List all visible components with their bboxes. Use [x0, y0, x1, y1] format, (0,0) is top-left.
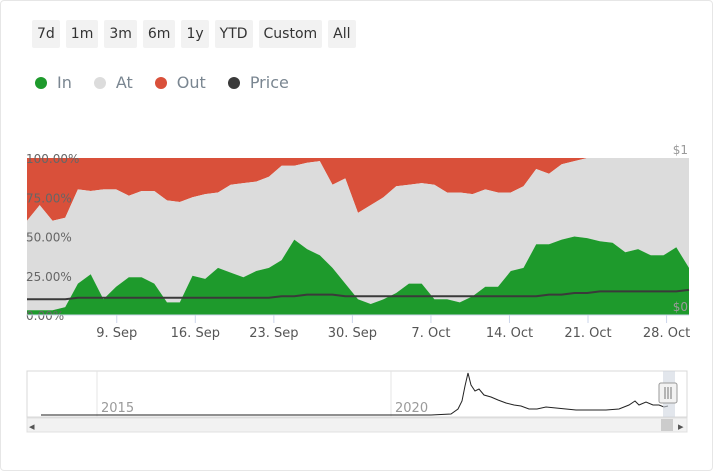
scrollbar-right-arrow[interactable]: ▸	[678, 420, 684, 433]
navigator-year-2020: 2020	[395, 401, 428, 416]
navigator-year-2015: 2015	[101, 401, 134, 416]
scrollbar-thumb[interactable]	[661, 419, 673, 431]
scrollbar-left-arrow[interactable]: ◂	[29, 420, 35, 433]
scrollbar-track[interactable]	[26, 417, 688, 433]
chart-card: 7d 1m 3m 6m 1y YTD Custom All In At Out …	[0, 0, 713, 471]
navigator[interactable]: 2015 2020 ◂ ▸	[1, 1, 713, 472]
